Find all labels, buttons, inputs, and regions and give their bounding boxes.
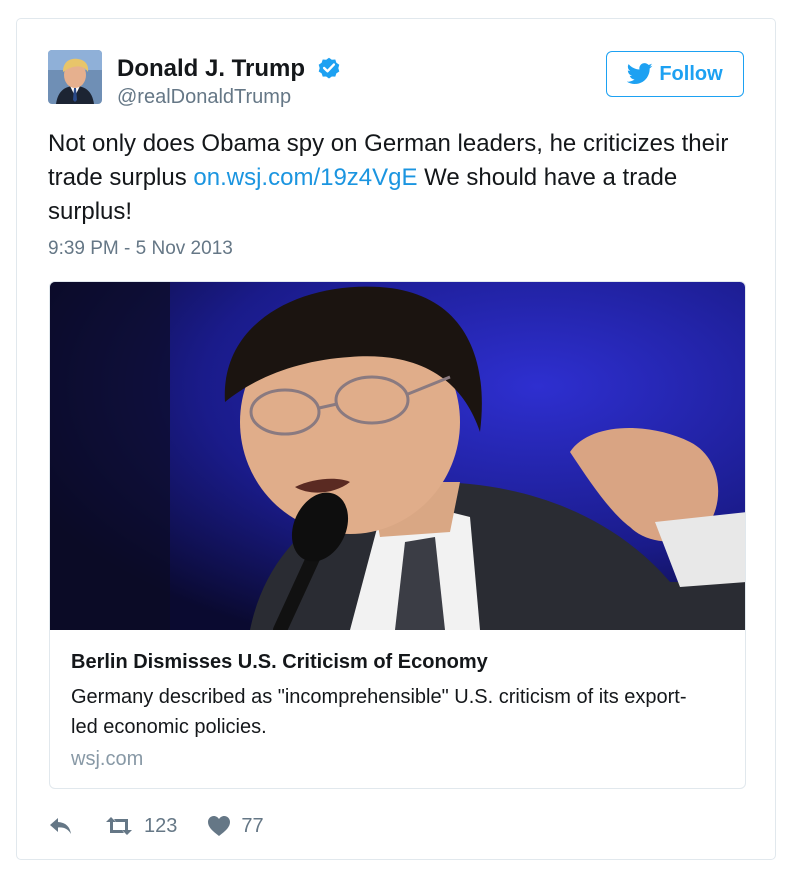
reply-button[interactable]	[48, 816, 74, 836]
card-description: Germany described as "incomprehensible" …	[71, 686, 687, 738]
tweet-card: Donald J. Trump @realDonaldTrump Follow …	[16, 18, 776, 860]
avatar[interactable]	[48, 50, 102, 104]
reply-icon	[50, 818, 71, 834]
heart-icon	[208, 816, 231, 836]
tweet-timestamp[interactable]: 9:39 PM - 5 Nov 2013	[48, 237, 233, 261]
retweet-button[interactable]: 123	[104, 815, 177, 838]
like-button[interactable]: 77	[207, 814, 264, 838]
follow-button[interactable]: Follow	[606, 51, 744, 97]
tweet-text: Not only does Obama spy on German leader…	[48, 127, 758, 229]
card-image	[50, 282, 745, 630]
like-count: 77	[241, 814, 264, 837]
twitter-bird-icon	[627, 63, 653, 84]
user-handle[interactable]: @realDonaldTrump	[117, 85, 291, 109]
card-title: Berlin Dismisses U.S. Criticism of Econo…	[71, 651, 488, 673]
retweet-icon	[106, 817, 132, 835]
tweet-actions: 123 77	[48, 811, 264, 841]
verified-badge-icon	[318, 57, 340, 79]
display-name[interactable]: Donald J. Trump	[117, 55, 305, 83]
card-domain: wsj.com	[71, 748, 144, 770]
avatar-photo	[48, 50, 102, 104]
tweet-link[interactable]: on.wsj.com/19z4VgE	[193, 164, 417, 191]
follow-label: Follow	[659, 62, 723, 85]
retweet-count: 123	[144, 814, 178, 837]
link-preview-card[interactable]: Berlin Dismisses U.S. Criticism of Econo…	[49, 281, 746, 789]
